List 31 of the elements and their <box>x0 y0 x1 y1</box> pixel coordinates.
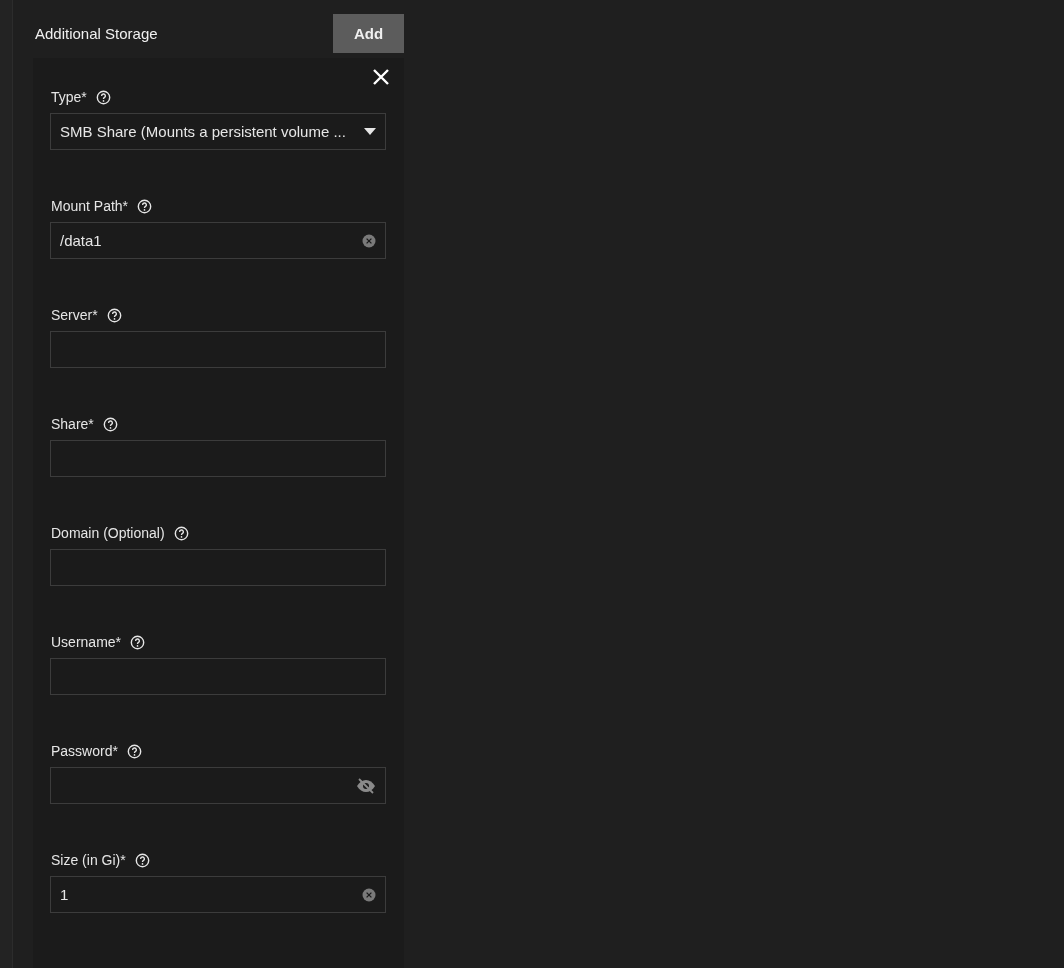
help-icon[interactable] <box>173 525 189 541</box>
field-label: Domain (Optional) <box>51 525 165 541</box>
field-label: Type* <box>51 89 87 105</box>
close-icon[interactable] <box>372 68 390 86</box>
input-field[interactable] <box>50 440 386 477</box>
select-field[interactable]: SMB Share (Mounts a persistent volume ... <box>50 113 386 150</box>
input-field[interactable] <box>50 658 386 695</box>
input-field[interactable] <box>50 331 386 368</box>
help-icon[interactable] <box>102 416 118 432</box>
input-field[interactable] <box>50 549 386 586</box>
add-button[interactable]: Add <box>333 14 404 53</box>
field-label: Username* <box>51 634 122 650</box>
help-icon[interactable] <box>126 743 142 759</box>
field-label: Server* <box>51 307 98 323</box>
help-icon[interactable] <box>134 852 150 868</box>
clear-icon[interactable] <box>362 233 376 248</box>
section-title: Additional Storage <box>35 25 158 42</box>
help-icon[interactable] <box>95 89 111 105</box>
help-icon[interactable] <box>106 307 122 323</box>
field-label: Password* <box>51 743 118 759</box>
input-field[interactable]: 1 <box>50 876 386 913</box>
field-label: Share* <box>51 416 94 432</box>
dropdown-caret-icon <box>364 128 376 135</box>
field-label: Size (in Gi)* <box>51 852 126 868</box>
password-field[interactable] <box>50 767 386 804</box>
input-field[interactable]: /data1 <box>50 222 386 259</box>
help-icon[interactable] <box>137 198 153 214</box>
clear-icon[interactable] <box>362 887 376 902</box>
eye-off-icon[interactable] <box>356 777 376 794</box>
help-icon[interactable] <box>130 634 146 650</box>
field-label: Mount Path* <box>51 198 129 214</box>
